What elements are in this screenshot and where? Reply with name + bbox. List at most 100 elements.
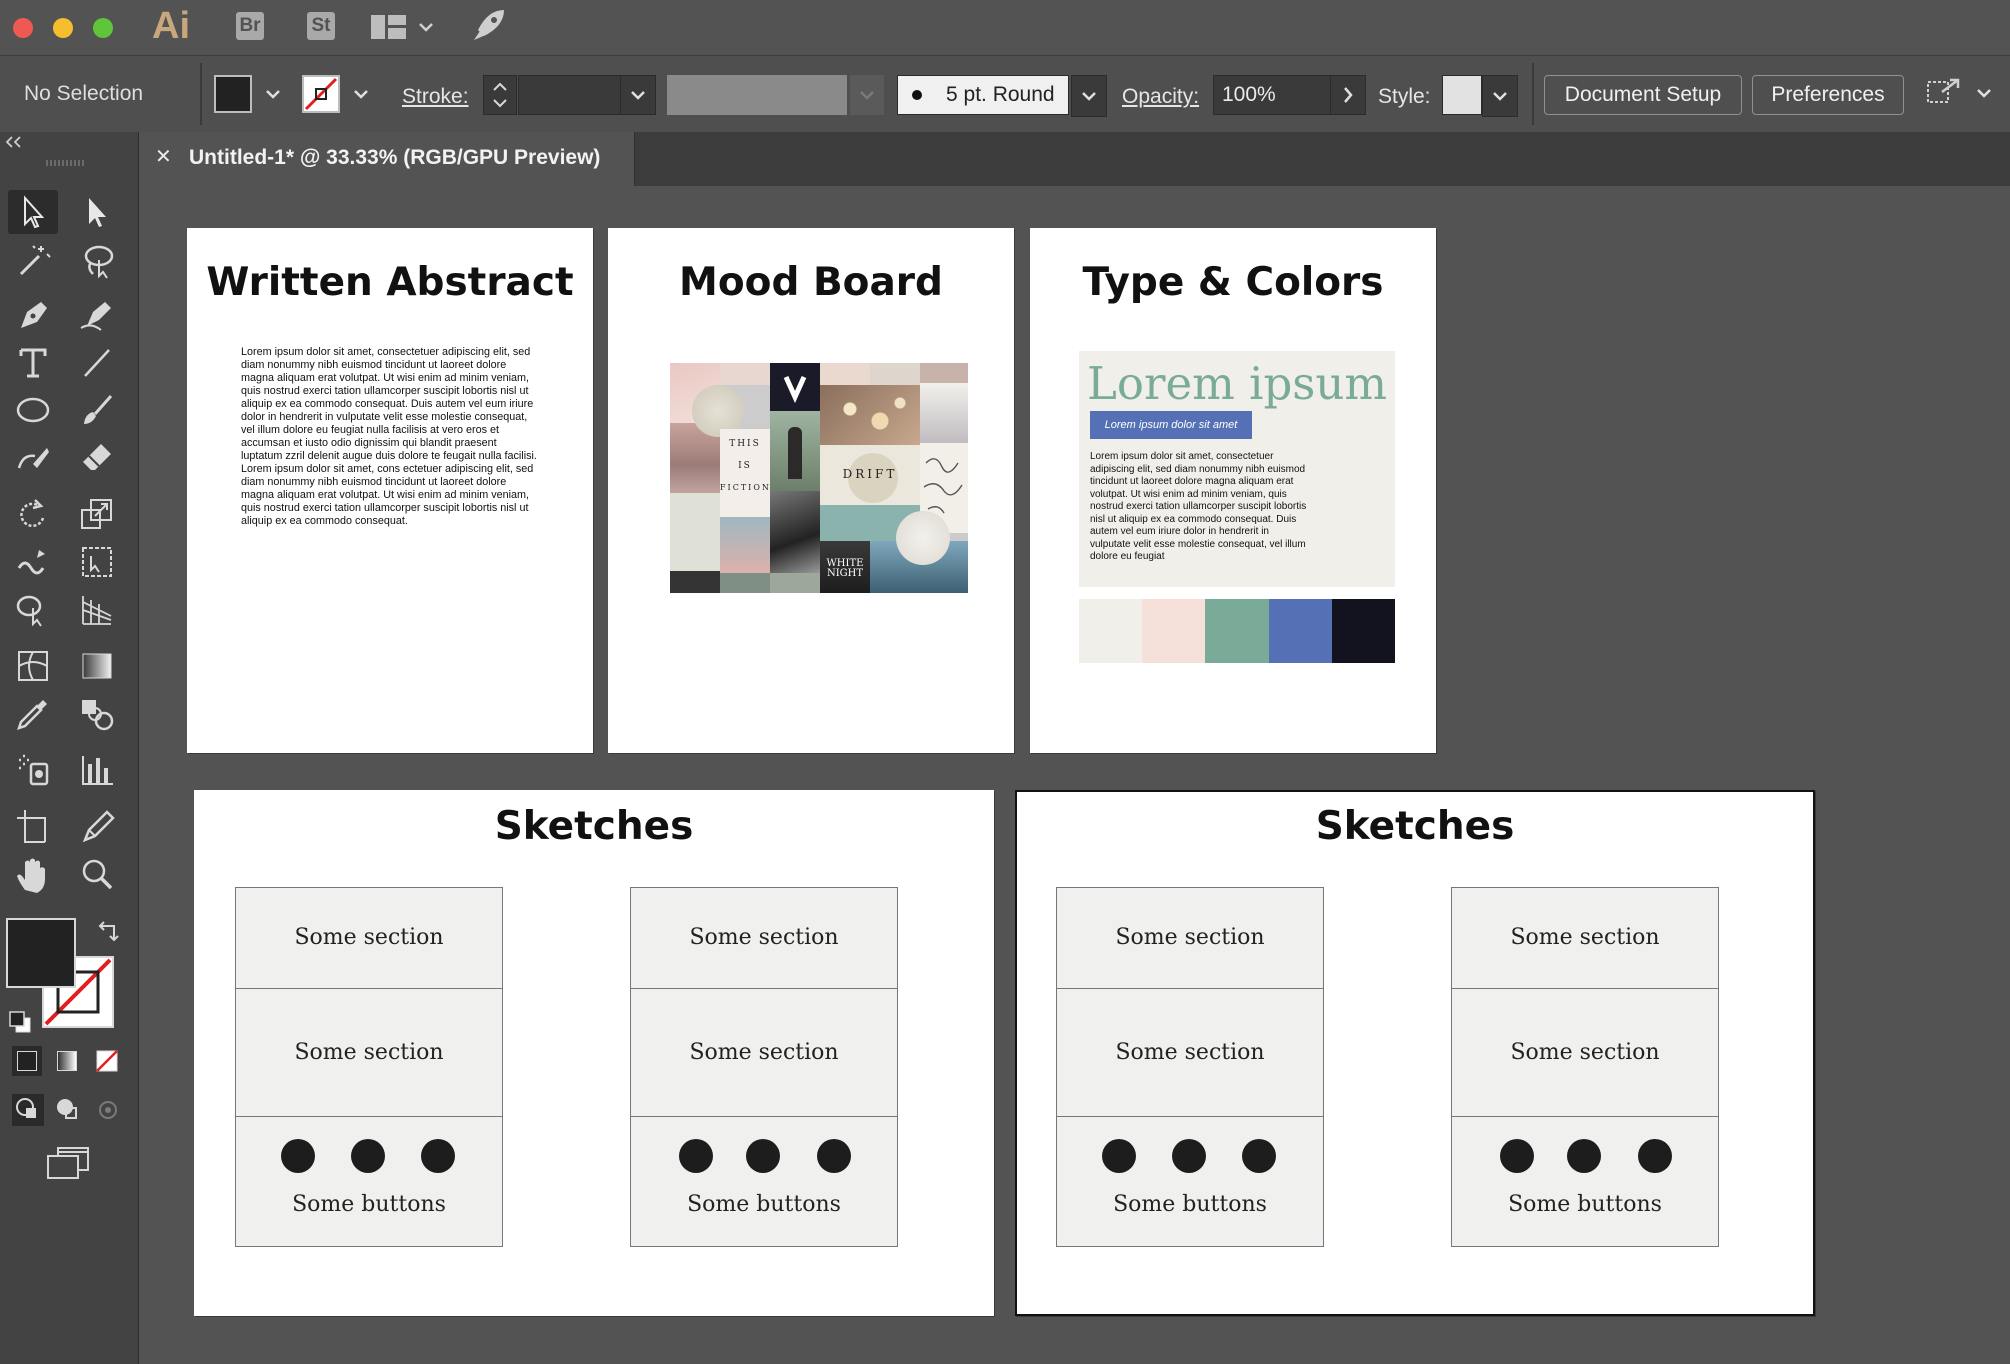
stroke-swatch[interactable] (302, 75, 340, 113)
eyedropper-tool-icon[interactable] (8, 692, 58, 736)
shape-builder-tool-icon[interactable] (8, 588, 58, 632)
direct-selection-tool-icon[interactable] (72, 190, 122, 234)
mood-tile (820, 363, 870, 385)
fill-swatch[interactable] (214, 75, 252, 113)
stroke-weight-input[interactable] (518, 75, 622, 115)
close-tab-icon[interactable]: ✕ (155, 144, 172, 169)
artboard-title: Type & Colors (1082, 260, 1384, 305)
color-button[interactable] (12, 1046, 42, 1076)
gradient-button[interactable] (52, 1046, 82, 1076)
variable-width-profile[interactable] (667, 75, 847, 115)
slice-tool-icon[interactable] (72, 804, 122, 848)
draw-inside-icon[interactable] (92, 1094, 124, 1126)
brush-definition[interactable]: 5 pt. Round (897, 75, 1069, 115)
artboard-tool-icon[interactable] (8, 804, 58, 848)
panel-grip[interactable] (46, 160, 86, 166)
swap-fill-stroke-icon[interactable] (94, 918, 122, 946)
pen-tool-icon[interactable] (8, 292, 58, 336)
variable-width-dropdown[interactable] (850, 75, 884, 115)
stroke-label[interactable]: Stroke: (402, 85, 469, 109)
document-tab[interactable]: ✕ Untitled-1* @ 33.33% (RGB/GPU Preview) (139, 132, 635, 186)
stroke-weight-dropdown[interactable] (620, 75, 656, 115)
palette-swatch (1268, 599, 1332, 663)
canvas[interactable]: Written Abstract Lorem ipsum dolor sit a… (140, 187, 2010, 1364)
preferences-button[interactable]: Preferences (1752, 75, 1904, 115)
wireframe-buttons-label: Some buttons (292, 1192, 446, 1217)
column-graph-tool-icon[interactable] (72, 748, 122, 792)
fill-dropdown-arrow[interactable] (258, 76, 288, 112)
style-label: Style: (1378, 85, 1431, 108)
free-transform-tool-icon[interactable] (72, 540, 122, 584)
mood-tile-this-is-fiction: THIS IS FICTION (720, 429, 770, 517)
hand-tool-icon[interactable] (8, 852, 58, 896)
stock-icon[interactable]: St (307, 12, 335, 40)
mood-tile (720, 573, 770, 593)
mood-tile-bokeh (820, 385, 920, 445)
mesh-tool-icon[interactable] (8, 644, 58, 688)
zoom-tool-icon[interactable] (72, 852, 122, 896)
draw-normal-icon[interactable] (12, 1094, 44, 1126)
warp-tool-icon[interactable] (8, 540, 58, 584)
palette-swatch (1205, 599, 1269, 663)
default-fill-stroke-icon[interactable] (6, 1008, 34, 1036)
drawing-mode-buttons (8, 1092, 132, 1130)
wireframe-button-dot (421, 1139, 455, 1173)
perspective-grid-tool-icon[interactable] (72, 588, 122, 632)
selection-tool-icon[interactable] (8, 190, 58, 234)
wireframe-section: Some section (236, 888, 502, 989)
magic-wand-tool-icon[interactable] (8, 238, 58, 282)
artboard-type-colors[interactable]: Type & Colors Lorem ipsum Lorem ipsum do… (1030, 228, 1436, 753)
stroke-dropdown-arrow[interactable] (346, 76, 376, 112)
wireframe: Some section Some section Some buttons (1451, 887, 1719, 1247)
mood-tile (670, 493, 720, 571)
fill-color-box[interactable] (6, 918, 76, 988)
none-button[interactable] (92, 1046, 122, 1076)
graphic-style-swatch[interactable] (1442, 75, 1482, 115)
lasso-tool-icon[interactable] (72, 238, 122, 282)
brush-dropdown[interactable] (1071, 75, 1107, 117)
artboard-written-abstract[interactable]: Written Abstract Lorem ipsum dolor sit a… (187, 228, 593, 753)
collapse-panel-icon[interactable] (4, 135, 24, 149)
symbol-sprayer-tool-icon[interactable] (8, 748, 58, 792)
type-specimen-card: Lorem ipsum Lorem ipsum dolor sit amet L… (1079, 351, 1395, 587)
minimize-window-button[interactable] (53, 18, 73, 38)
brush-label: 5 pt. Round (946, 83, 1055, 106)
mood-board-collage: THIS IS FICTION DRIFT WHITE NIGHT (670, 363, 968, 593)
zoom-window-button[interactable] (93, 18, 113, 38)
opacity-input[interactable]: 100% (1213, 75, 1339, 115)
bridge-icon[interactable]: Br (236, 12, 264, 40)
artboard-mood-board[interactable]: Mood Board THIS IS FICTION DRIFT WHITE N… (608, 228, 1014, 753)
graphic-style-dropdown[interactable] (1482, 75, 1518, 117)
blend-tool-icon[interactable] (72, 692, 122, 736)
tile-this-text: THIS (729, 439, 761, 449)
shaper-tool-icon[interactable] (8, 436, 58, 480)
paintbrush-tool-icon[interactable] (72, 388, 122, 432)
palette-swatch (1331, 599, 1395, 663)
rotate-tool-icon[interactable] (8, 492, 58, 536)
ellipse-tool-icon[interactable] (8, 388, 58, 432)
eraser-tool-icon[interactable] (72, 436, 122, 480)
opacity-chevron-right-icon[interactable] (1330, 75, 1366, 115)
close-window-button[interactable] (13, 18, 33, 38)
gradient-tool-icon[interactable] (72, 644, 122, 688)
workspace-layout-icon[interactable] (370, 12, 434, 42)
arrange-documents-icon[interactable] (1924, 76, 2000, 112)
line-segment-tool-icon[interactable] (72, 340, 122, 384)
type-tool-icon[interactable] (8, 340, 58, 384)
brush-dot-icon (912, 90, 922, 100)
opacity-label[interactable]: Opacity: (1122, 85, 1199, 109)
wireframe-section: Some section (1452, 989, 1718, 1117)
document-tab-title[interactable]: Untitled-1* @ 33.33% (RGB/GPU Preview) (189, 146, 600, 170)
draw-behind-icon[interactable] (52, 1094, 84, 1126)
mood-tile-drift: DRIFT (820, 445, 920, 505)
screen-mode-icon[interactable] (44, 1146, 92, 1180)
scale-tool-icon[interactable] (72, 492, 122, 536)
illustrator-logo-icon: Ai (152, 5, 190, 47)
artboard-sketches-left[interactable]: Sketches Some section Some section Some … (194, 790, 994, 1316)
curvature-tool-icon[interactable] (72, 292, 122, 336)
rocket-icon[interactable] (468, 6, 508, 46)
stroke-weight-stepper[interactable] (483, 75, 517, 115)
document-setup-button[interactable]: Document Setup (1544, 75, 1742, 115)
wireframe-buttons-label: Some buttons (1113, 1192, 1267, 1217)
artboard-sketches-right[interactable]: Sketches Some section Some section Some … (1015, 790, 1815, 1316)
